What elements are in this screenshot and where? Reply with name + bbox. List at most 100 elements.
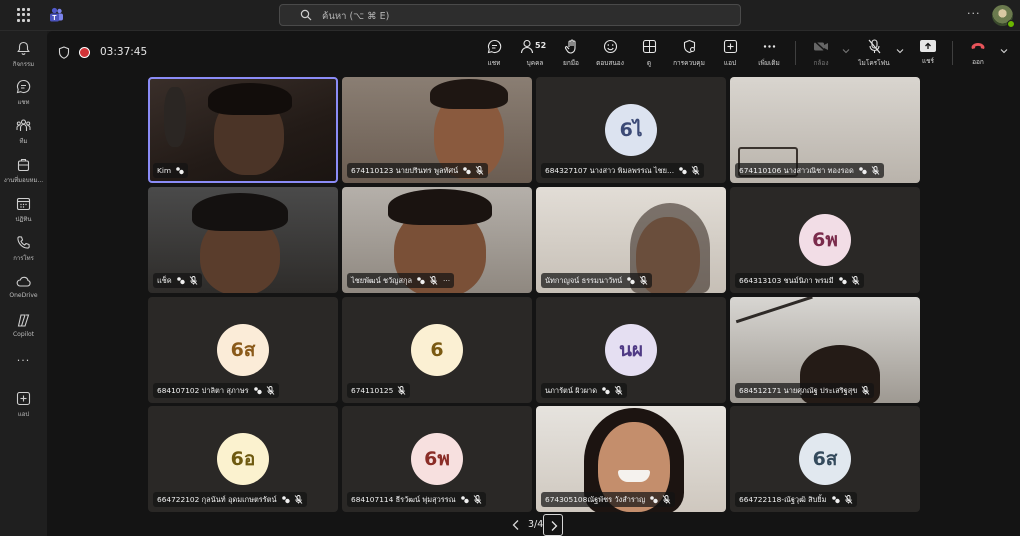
rail-label: ทีม bbox=[19, 138, 28, 145]
camera-options-chevron-icon[interactable] bbox=[842, 48, 850, 54]
participant-org-icon bbox=[176, 277, 185, 285]
chat-label: แชท bbox=[487, 59, 501, 67]
gallery-pagination: 3/4 bbox=[507, 514, 567, 536]
participant-tile[interactable]: 674110123 นายปรินทร พูลทัศน์ bbox=[342, 77, 532, 183]
participant-initials-avatar: 6อ bbox=[217, 433, 269, 485]
participant-tile[interactable]: 684512171 นายศุภณัฐ ประเสริฐสุข bbox=[730, 297, 920, 403]
apps-button[interactable]: แอป bbox=[719, 39, 741, 71]
rail-item-calendar[interactable]: ปฏิทิน bbox=[0, 194, 47, 228]
more-actions-button[interactable]: เพิ่มเติม bbox=[752, 39, 786, 71]
participant-name-label: แช็ค bbox=[153, 273, 202, 288]
participant-tile[interactable]: 6พ 684107114 ธีรวัฒน์ พุ่มสุวรรณ bbox=[342, 406, 532, 512]
participant-initials-avatar: 6พ bbox=[799, 214, 851, 266]
assignments-icon bbox=[17, 158, 30, 172]
people-button[interactable]: 52 บุคคล bbox=[518, 39, 552, 71]
meeting-timer: 03:37:45 bbox=[100, 46, 148, 58]
add-app-icon bbox=[723, 39, 737, 54]
profile-avatar[interactable] bbox=[992, 5, 1015, 28]
participant-org-icon bbox=[281, 496, 290, 504]
mic-muted-icon bbox=[861, 386, 870, 395]
participant-tile[interactable]: 6ไ 684327107 นางสาว พิมลพรรณ ไชย... bbox=[536, 77, 726, 183]
mic-muted-icon bbox=[397, 386, 406, 395]
page-indicator: 3/4 bbox=[528, 519, 544, 530]
participant-tile[interactable]: แช็ค bbox=[148, 187, 338, 293]
rail-label: Copilot bbox=[12, 331, 35, 338]
participant-tile[interactable]: 6ส 684107102 ปาลิตา สุภาษร bbox=[148, 297, 338, 403]
participant-initials-avatar: 6ไ bbox=[605, 104, 657, 156]
next-page-button[interactable] bbox=[543, 514, 563, 536]
participant-tile[interactable]: นัทกาญจน์ ธรรมนาวัทน์ bbox=[536, 187, 726, 293]
participant-tile[interactable]: 6 674110125 bbox=[342, 297, 532, 403]
participant-tile[interactable]: ไชยพัฒน์ ชวัญสกุล ··· bbox=[342, 187, 532, 293]
react-button[interactable]: ตอบสนอง bbox=[593, 39, 627, 71]
participant-name-label: 674305108ณัฐพัชร วังสำราญ bbox=[541, 492, 676, 507]
calendar-icon bbox=[16, 197, 31, 211]
share-button[interactable]: แชร์ bbox=[916, 39, 940, 71]
cloud-icon bbox=[16, 276, 31, 287]
mic-button[interactable]: ไมโครโฟน bbox=[855, 39, 893, 71]
rail-item-assignments[interactable]: งานที่มอบหม... bbox=[0, 155, 47, 189]
participant-initials-avatar: 6 bbox=[411, 324, 463, 376]
participant-more-options-icon[interactable]: ··· bbox=[443, 273, 450, 288]
mic-muted-icon bbox=[639, 276, 648, 285]
participant-tile[interactable]: 6อ 664722102 กุลนันท์ อุดมเกษตรรัตน์ bbox=[148, 406, 338, 512]
mic-muted-icon bbox=[851, 276, 859, 285]
shield-icon[interactable] bbox=[58, 46, 70, 59]
controls-button[interactable]: การควบคุม bbox=[669, 39, 709, 71]
participant-name-label: 664313103 ชนม์นิภา พรมมี bbox=[735, 273, 864, 288]
app-launcher-icon[interactable] bbox=[17, 8, 31, 22]
chat-button[interactable]: แชท bbox=[481, 39, 507, 71]
participant-tile[interactable]: 674305108ณัฐพัชร วังสำราญ bbox=[536, 406, 726, 512]
camera-button[interactable]: กล้อง bbox=[807, 39, 835, 71]
react-label: ตอบสนอง bbox=[596, 59, 624, 67]
leave-label: ออก bbox=[972, 58, 984, 66]
rail-label: ปฏิทิน bbox=[15, 216, 32, 223]
toolbar-divider bbox=[952, 41, 953, 65]
rail-item-calls[interactable]: การโทร bbox=[0, 233, 47, 267]
svg-text:T: T bbox=[52, 15, 57, 22]
participant-name-label: 674110123 นายปรินทร พูลทัศน์ bbox=[347, 163, 489, 178]
participant-tile[interactable]: 674110106 นางสาวณิชา ทองรอด bbox=[730, 77, 920, 183]
add-app-icon bbox=[16, 391, 31, 406]
rail-item-activity[interactable]: กิจกรรม bbox=[0, 39, 47, 73]
mic-label: ไมโครโฟน bbox=[858, 59, 890, 67]
bell-icon bbox=[17, 41, 30, 55]
rail-item-apps[interactable]: แอป bbox=[0, 389, 47, 423]
rail-item-chat[interactable]: แชท bbox=[0, 77, 47, 111]
more-apps-icon[interactable]: ··· bbox=[0, 354, 47, 367]
rail-item-onedrive[interactable]: OneDrive bbox=[0, 272, 47, 306]
mic-muted-icon bbox=[691, 166, 700, 175]
mic-muted-icon bbox=[429, 276, 438, 285]
search-placeholder: ค้นหา (⌥ ⌘ E) bbox=[322, 11, 390, 22]
rail-label: การโทร bbox=[13, 255, 34, 262]
previous-page-chevron-icon[interactable] bbox=[511, 519, 521, 531]
participant-tile[interactable]: 6พ 664313103 ชนม์นิภา พรมมี bbox=[730, 187, 920, 293]
rail-item-teams[interactable]: ทีม bbox=[0, 116, 47, 150]
view-button[interactable]: ดู bbox=[638, 39, 660, 71]
controls-shield-icon bbox=[683, 39, 695, 54]
rail-label: แชท bbox=[17, 99, 30, 106]
teams-logo-icon: T bbox=[50, 7, 63, 22]
participant-tile[interactable]: นผ นภารัตน์ ผิวผาด bbox=[536, 297, 726, 403]
mic-options-chevron-icon[interactable] bbox=[896, 48, 904, 54]
more-options-icon[interactable]: ··· bbox=[967, 7, 981, 20]
participant-org-icon bbox=[602, 387, 610, 395]
camera-label: กล้อง bbox=[813, 59, 829, 67]
participant-name-label: 674110106 นางสาวณิชา ทองรอด bbox=[735, 163, 884, 178]
participant-initials-avatar: 6ส bbox=[217, 324, 269, 376]
rail-item-copilot[interactable]: Copilot bbox=[0, 311, 47, 345]
apps-label: แอป bbox=[723, 59, 737, 67]
app-rail: กิจกรรม แชท ทีม งานที่มอบหม... ปฏิทิน กา… bbox=[0, 31, 47, 536]
people-label: บุคคล bbox=[526, 59, 544, 67]
leave-options-chevron-icon[interactable] bbox=[1000, 48, 1008, 54]
mic-muted-icon bbox=[475, 166, 484, 175]
participant-tile[interactable]: Kim bbox=[148, 77, 338, 183]
hang-up-icon bbox=[971, 43, 985, 49]
chat-icon bbox=[487, 39, 501, 54]
leave-button[interactable]: ออก bbox=[965, 39, 991, 71]
participant-tile[interactable]: 6ส 664722118-ณัฐวุฒิ สิบยิ้ม bbox=[730, 406, 920, 512]
search-input[interactable]: ค้นหา (⌥ ⌘ E) bbox=[279, 4, 741, 26]
participant-name-label: 684327107 นางสาว พิมลพรรณ ไชย... bbox=[541, 163, 705, 178]
raise-hand-button[interactable]: ยกมือ bbox=[558, 39, 584, 71]
mic-muted-icon bbox=[473, 495, 481, 504]
